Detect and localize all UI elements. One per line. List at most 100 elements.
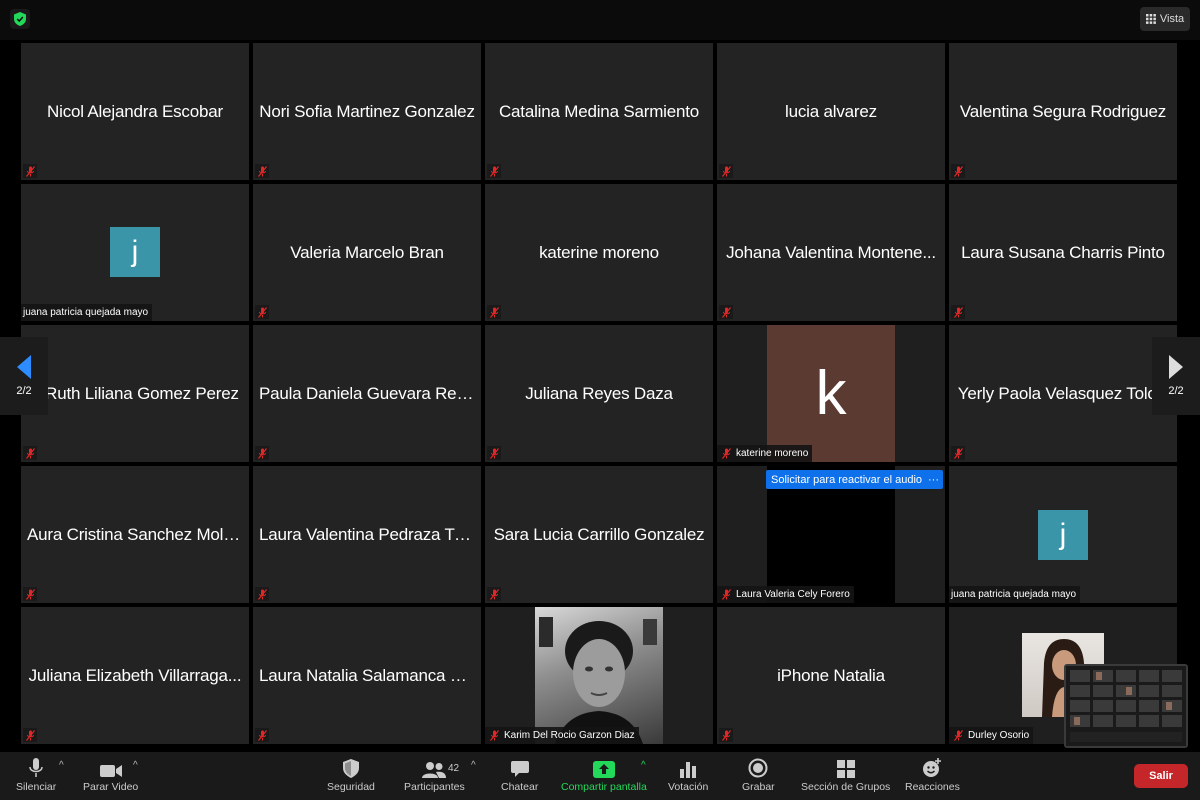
- participants-button[interactable]: Participantes: [404, 756, 465, 793]
- reactions-label: Reacciones: [905, 781, 960, 793]
- participant-tile[interactable]: Aura Cristina Sanchez Mola...: [21, 466, 249, 603]
- audio-options-chevron-icon[interactable]: ^: [59, 760, 64, 771]
- participants-icon: [422, 762, 447, 778]
- participant-name: Laura Susana Charris Pinto: [961, 242, 1165, 262]
- chat-button[interactable]: Chatear: [501, 756, 538, 793]
- participant-name: Juliana Reyes Daza: [525, 383, 673, 403]
- request-unmute-button[interactable]: Solicitar para reactivar el audio: [766, 470, 928, 489]
- muted-mic-icon: [951, 446, 965, 460]
- participant-tile[interactable]: k katerine moreno: [717, 325, 945, 462]
- person-video-image: [539, 617, 657, 744]
- muted-mic-icon: [487, 587, 501, 601]
- record-label: Grabar: [742, 781, 775, 793]
- encryption-shield-icon[interactable]: [10, 9, 30, 29]
- more-options-button[interactable]: ···: [924, 470, 943, 489]
- reactions-button[interactable]: Reacciones: [905, 756, 960, 793]
- view-button[interactable]: Vista: [1140, 7, 1190, 31]
- participant-name: lucia alvarez: [785, 101, 877, 121]
- mute-label: Silenciar: [16, 781, 57, 793]
- poll-label: Votación: [668, 781, 709, 793]
- participant-tile[interactable]: iPhone Natalia: [717, 607, 945, 744]
- share-screen-button[interactable]: Compartir pantalla: [561, 756, 647, 793]
- mute-button[interactable]: Silenciar: [16, 756, 56, 793]
- participant-label: Durley Osorio: [949, 727, 1034, 744]
- participant-tile[interactable]: Johana Valentina Montene...: [717, 184, 945, 321]
- participant-tile[interactable]: katerine moreno: [485, 184, 713, 321]
- participant-tile[interactable]: lucia alvarez: [717, 43, 945, 180]
- participant-name: iPhone Natalia: [777, 665, 885, 685]
- participant-tile[interactable]: j juana patricia quejada mayo: [949, 466, 1177, 603]
- muted-mic-icon: [487, 305, 501, 319]
- chat-label: Chatear: [501, 781, 539, 793]
- participants-options-chevron-icon[interactable]: ^: [471, 760, 476, 771]
- participant-tile[interactable]: Sara Lucia Carrillo Gonzalez: [485, 466, 713, 603]
- muted-mic-icon: [23, 446, 37, 460]
- muted-mic-icon: [487, 446, 501, 460]
- muted-mic-icon: [719, 164, 733, 178]
- participant-name: Nori Sofia Martinez Gonzalez: [259, 101, 475, 121]
- participant-label: juana patricia quejada mayo: [949, 586, 1081, 603]
- video-options-chevron-icon[interactable]: ^: [133, 760, 138, 771]
- poll-button[interactable]: Votación: [668, 756, 708, 793]
- participant-name: Laura Natalia Salamanca N...: [259, 665, 476, 685]
- muted-mic-icon: [719, 728, 733, 742]
- participant-tile[interactable]: Paula Daniela Guevara Rest...: [253, 325, 481, 462]
- muted-mic-icon: [23, 728, 37, 742]
- avatar: j: [110, 227, 160, 277]
- video-feed: [535, 607, 663, 744]
- chevron-left-icon: [17, 355, 31, 379]
- breakout-rooms-label: Sección de Grupos: [801, 781, 891, 793]
- muted-mic-icon: [719, 447, 733, 461]
- participant-name: Sara Lucia Carrillo Gonzalez: [493, 524, 705, 544]
- participant-tile[interactable]: Laura Susana Charris Pinto: [949, 184, 1177, 321]
- muted-mic-icon: [255, 305, 269, 319]
- muted-mic-icon: [487, 164, 501, 178]
- view-label: Vista: [1159, 13, 1185, 25]
- self-view-thumbnail[interactable]: [1064, 664, 1188, 748]
- meeting-toolbar: Silenciar ^ Parar Video ^ Seguridad Part…: [0, 752, 1200, 800]
- muted-mic-icon: [719, 588, 733, 602]
- participant-name: Paula Daniela Guevara Rest...: [259, 383, 481, 403]
- participant-label: Laura Valeria Cely Forero: [717, 586, 854, 603]
- participant-name: Johana Valentina Montene...: [726, 242, 936, 262]
- muted-mic-icon: [951, 729, 965, 743]
- stop-video-label: Parar Video: [83, 781, 139, 793]
- security-button[interactable]: Seguridad: [327, 756, 375, 793]
- participant-tile[interactable]: Valeria Marcelo Bran: [253, 184, 481, 321]
- chat-bubble-icon: [510, 761, 529, 777]
- record-button[interactable]: Grabar: [742, 756, 775, 793]
- breakout-rooms-button[interactable]: Sección de Grupos: [801, 756, 890, 793]
- shield-icon: [342, 759, 359, 778]
- participant-tile[interactable]: Nicol Alejandra Escobar: [21, 43, 249, 180]
- leave-meeting-button[interactable]: Salir: [1134, 764, 1188, 788]
- next-page-button[interactable]: 2/2: [1152, 337, 1200, 415]
- smiley-face-icon: [923, 758, 942, 777]
- participant-tile[interactable]: Ruth Liliana Gomez Perez: [21, 325, 249, 462]
- participant-name: Laura Valentina Pedraza Tri...: [259, 524, 477, 544]
- participant-tile[interactable]: Yerly Paola Velasquez Toloza: [949, 325, 1177, 462]
- participant-tile[interactable]: Nori Sofia Martinez Gonzalez: [253, 43, 481, 180]
- share-options-chevron-icon[interactable]: ^: [641, 760, 646, 771]
- chevron-right-icon: [1169, 355, 1183, 379]
- security-label: Seguridad: [327, 781, 375, 793]
- share-screen-icon: [592, 761, 615, 778]
- share-screen-label: Compartir pantalla: [561, 781, 647, 793]
- participant-tile[interactable]: j juana patricia quejada mayo: [21, 184, 249, 321]
- participant-name: Valentina Segura Rodriguez: [959, 101, 1167, 121]
- muted-mic-icon: [255, 728, 269, 742]
- participant-tile[interactable]: Karim Del Rocio Garzon Diaz: [485, 607, 713, 744]
- participant-tile[interactable]: Catalina Medina Sarmiento: [485, 43, 713, 180]
- participant-label: juana patricia quejada mayo: [21, 304, 153, 321]
- muted-mic-icon: [487, 729, 501, 743]
- participant-tile[interactable]: Laura Valentina Pedraza Tri...: [253, 466, 481, 603]
- participant-name: katerine moreno: [539, 242, 659, 262]
- participant-tile[interactable]: Laura Natalia Salamanca N...: [253, 607, 481, 744]
- participant-tile[interactable]: Juliana Elizabeth Villarraga...: [21, 607, 249, 744]
- participant-tile[interactable]: Juliana Reyes Daza: [485, 325, 713, 462]
- participant-name: Yerly Paola Velasquez Toloza: [957, 383, 1175, 403]
- stop-video-button[interactable]: Parar Video: [83, 756, 138, 793]
- video-camera-icon: [99, 765, 122, 777]
- previous-page-button[interactable]: 2/2: [0, 337, 48, 415]
- muted-mic-icon: [23, 164, 37, 178]
- participant-tile[interactable]: Valentina Segura Rodriguez: [949, 43, 1177, 180]
